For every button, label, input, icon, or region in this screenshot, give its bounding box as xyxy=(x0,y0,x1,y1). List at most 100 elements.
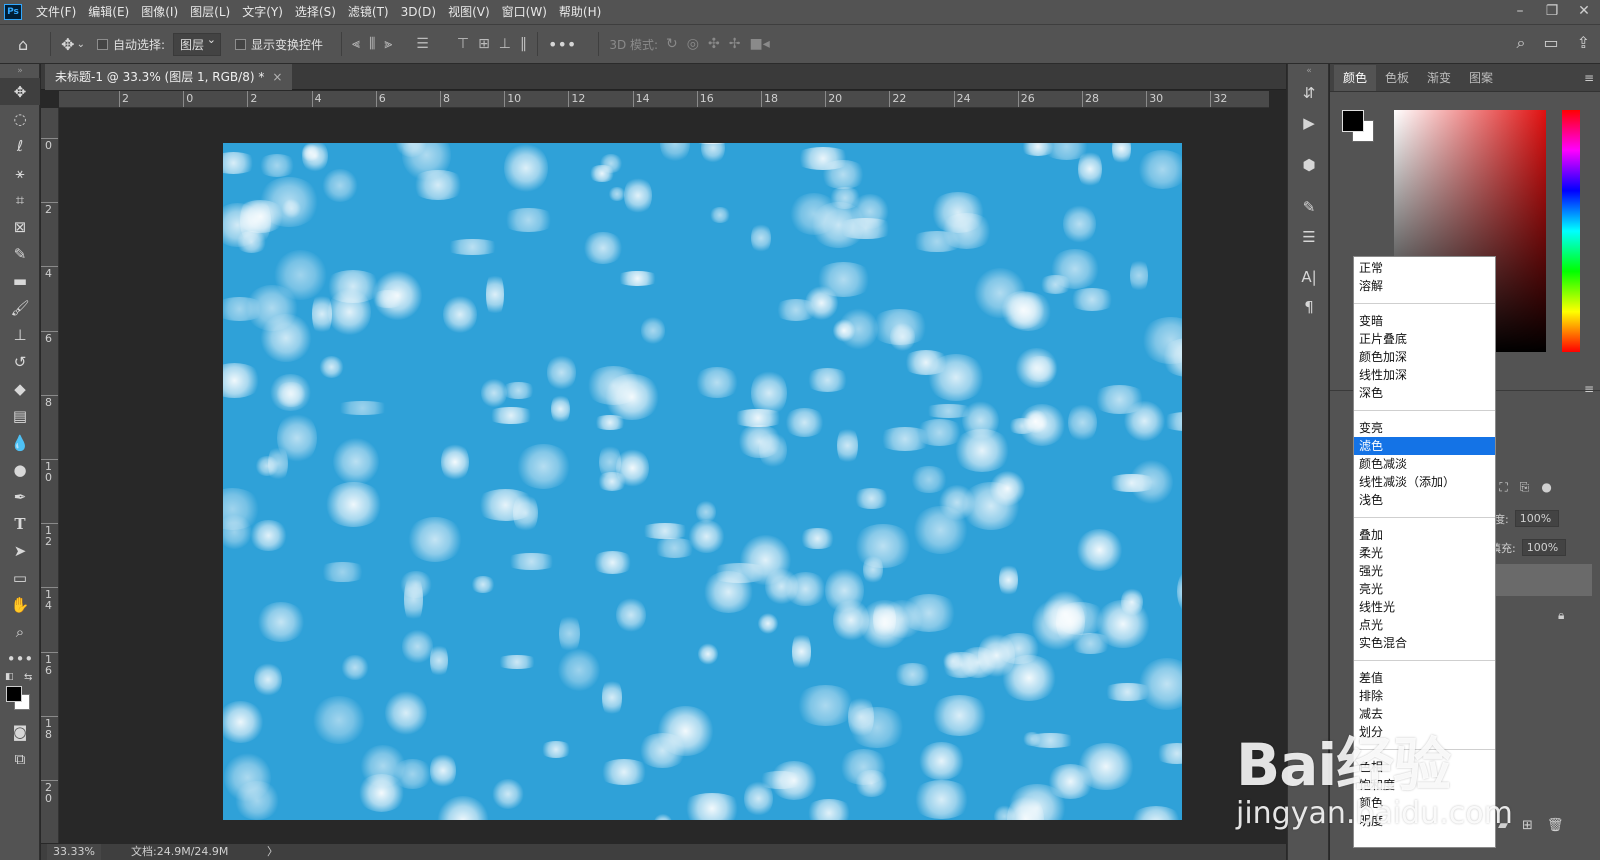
blend-mode-option[interactable]: 变亮 xyxy=(1354,419,1495,437)
minimize-icon[interactable]: – xyxy=(1504,0,1536,24)
zoom-level[interactable]: 33.33% xyxy=(47,844,101,860)
3d-pan-icon[interactable]: ✣ xyxy=(708,36,720,52)
blend-mode-option[interactable]: 溶解 xyxy=(1354,277,1495,295)
panel-menu-icon[interactable]: ≡ xyxy=(1584,65,1594,91)
share-icon[interactable]: ⇪ xyxy=(1577,33,1590,53)
align-left-icon[interactable]: ⫷ xyxy=(352,36,360,52)
more-options-icon[interactable]: ••• xyxy=(548,35,576,54)
blend-mode-option[interactable]: 点光 xyxy=(1354,616,1495,634)
edit-toolbar-icon[interactable]: ••• xyxy=(0,645,40,672)
menu-file[interactable]: 文件(F) xyxy=(30,0,82,24)
menu-image[interactable]: 图像(I) xyxy=(135,0,184,24)
path-selection-tool-icon[interactable]: ➤ xyxy=(0,537,40,564)
shape-filter-icon[interactable]: ⛶ xyxy=(1499,480,1507,495)
show-transform-checkbox[interactable] xyxy=(235,38,247,50)
sponge-tool-icon[interactable]: ● xyxy=(0,456,40,483)
blend-mode-option[interactable]: 线性光 xyxy=(1354,598,1495,616)
blend-mode-option[interactable]: 排除 xyxy=(1354,687,1495,705)
blend-mode-option[interactable]: 柔光 xyxy=(1354,544,1495,562)
smart-object-filter-icon[interactable]: ⎘ xyxy=(1520,480,1530,495)
blur-tool-icon[interactable]: 💧 xyxy=(0,429,40,456)
paragraph-panel-icon[interactable]: ¶ xyxy=(1288,292,1330,322)
brush-settings-icon[interactable]: ✎ xyxy=(1288,192,1330,222)
menu-filter[interactable]: 滤镜(T) xyxy=(342,0,395,24)
blend-mode-option[interactable]: 滤色 xyxy=(1354,437,1495,455)
quick-mask-icon[interactable]: ◙ xyxy=(0,718,40,745)
menu-window[interactable]: 窗口(W) xyxy=(496,0,553,24)
align-bottom-icon[interactable]: ⊥ xyxy=(499,36,511,52)
auto-select-checkbox[interactable] xyxy=(96,38,108,50)
tab-swatches[interactable]: 色板 xyxy=(1376,65,1418,91)
gradient-tool-icon[interactable]: ▤ xyxy=(0,402,40,429)
menu-select[interactable]: 选择(S) xyxy=(289,0,342,24)
status-menu-arrow[interactable]: 〉 xyxy=(267,844,278,860)
magic-wand-tool-icon[interactable]: ⚹ xyxy=(0,159,40,186)
expand-panels-icon[interactable]: « xyxy=(1288,64,1330,78)
menu-layer[interactable]: 图层(L) xyxy=(184,0,236,24)
align-hcenter-icon[interactable]: ⫼ xyxy=(369,36,375,52)
distribute-vertical-icon[interactable]: ‖ xyxy=(520,36,527,52)
blend-mode-option[interactable]: 正常 xyxy=(1354,259,1495,277)
align-top-icon[interactable]: ⊤ xyxy=(457,36,469,52)
image-canvas[interactable] xyxy=(223,143,1182,820)
3d-slide-icon[interactable]: ✢ xyxy=(729,36,741,52)
default-colors-icon[interactable]: ◧ xyxy=(5,672,14,682)
tab-color[interactable]: 颜色 xyxy=(1334,65,1377,91)
foreground-color-swatch[interactable] xyxy=(6,686,22,702)
filter-toggle-icon[interactable]: ● xyxy=(1541,480,1551,495)
blend-mode-option[interactable]: 深色 xyxy=(1354,384,1495,402)
align-right-icon[interactable]: ⫸ xyxy=(384,36,392,52)
opacity-input[interactable]: 100% xyxy=(1514,510,1559,527)
tab-patterns[interactable]: 图案 xyxy=(1460,65,1502,91)
new-layer-icon[interactable]: ⊞ xyxy=(1522,818,1533,833)
blend-mode-option[interactable]: 变暗 xyxy=(1354,312,1495,330)
zoom-tool-icon[interactable]: ⌕ xyxy=(0,618,40,645)
search-icon[interactable]: ⌕ xyxy=(1517,33,1526,53)
rectangle-tool-icon[interactable]: ▭ xyxy=(0,564,40,591)
blend-mode-option[interactable]: 减去 xyxy=(1354,705,1495,723)
close-icon[interactable]: ✕ xyxy=(1568,0,1600,24)
history-brush-tool-icon[interactable]: ↺ xyxy=(0,348,40,375)
marquee-tool-icon[interactable]: ◌ xyxy=(0,105,40,132)
brush-tool-icon[interactable]: 🖌 xyxy=(0,294,40,321)
new-group-icon[interactable]: ▰ xyxy=(1498,818,1508,833)
close-tab-icon[interactable]: × xyxy=(272,70,282,84)
layers-menu-icon[interactable]: ≡ xyxy=(1584,382,1594,396)
blend-mode-option[interactable]: 亮光 xyxy=(1354,580,1495,598)
3d-camera-icon[interactable]: ■◂ xyxy=(749,36,769,52)
menu-help[interactable]: 帮助(H) xyxy=(553,0,607,24)
blend-mode-option[interactable]: 线性加深 xyxy=(1354,366,1495,384)
crop-tool-icon[interactable]: ⌗ xyxy=(0,186,40,213)
restore-icon[interactable]: ❐ xyxy=(1536,0,1568,24)
eyedropper-tool-icon[interactable]: ✎ xyxy=(0,240,40,267)
blend-mode-option[interactable]: 线性减淡（添加） xyxy=(1354,473,1495,491)
workspace-icon[interactable]: ▭ xyxy=(1543,33,1558,53)
blend-mode-option[interactable]: 强光 xyxy=(1354,562,1495,580)
blend-mode-option[interactable]: 颜色减淡 xyxy=(1354,455,1495,473)
3d-panel-icon[interactable]: ⬢ xyxy=(1288,150,1330,180)
menu-edit[interactable]: 编辑(E) xyxy=(82,0,135,24)
actions-panel-icon[interactable]: ▶ xyxy=(1288,108,1330,138)
history-panel-icon[interactable]: ⇵ xyxy=(1288,78,1330,108)
adjustments-icon[interactable]: ☰ xyxy=(1288,222,1330,252)
panel-foreground-swatch[interactable] xyxy=(1342,110,1364,132)
3d-orbit-icon[interactable]: ↻ xyxy=(666,36,678,52)
delete-layer-icon[interactable]: 🗑︎ xyxy=(1547,818,1564,833)
move-tool-icon[interactable]: ✥ xyxy=(61,35,74,54)
document-tab[interactable]: 未标题-1 @ 33.3% (图层 1, RGB/8) * × xyxy=(45,64,293,90)
collapse-tools-icon[interactable]: » xyxy=(0,64,40,78)
auto-select-dropdown[interactable]: 图层 xyxy=(173,32,222,56)
hue-slider[interactable] xyxy=(1562,110,1580,352)
blend-mode-option[interactable]: 饱和度 xyxy=(1354,776,1495,794)
menu-view[interactable]: 视图(V) xyxy=(442,0,496,24)
blend-mode-option[interactable]: 叠加 xyxy=(1354,526,1495,544)
screen-mode-icon[interactable]: ⧉ xyxy=(0,745,40,772)
blend-mode-option[interactable]: 浅色 xyxy=(1354,491,1495,509)
blend-mode-option[interactable]: 明度 xyxy=(1354,812,1495,830)
pen-tool-icon[interactable]: ✒ xyxy=(0,483,40,510)
frame-tool-icon[interactable]: ⊠ xyxy=(0,213,40,240)
menu-type[interactable]: 文字(Y) xyxy=(236,0,289,24)
align-vcenter-icon[interactable]: ⊞ xyxy=(478,36,490,52)
document-info[interactable]: 文档:24.9M/24.9M xyxy=(131,844,228,860)
blend-mode-option[interactable]: 正片叠底 xyxy=(1354,330,1495,348)
